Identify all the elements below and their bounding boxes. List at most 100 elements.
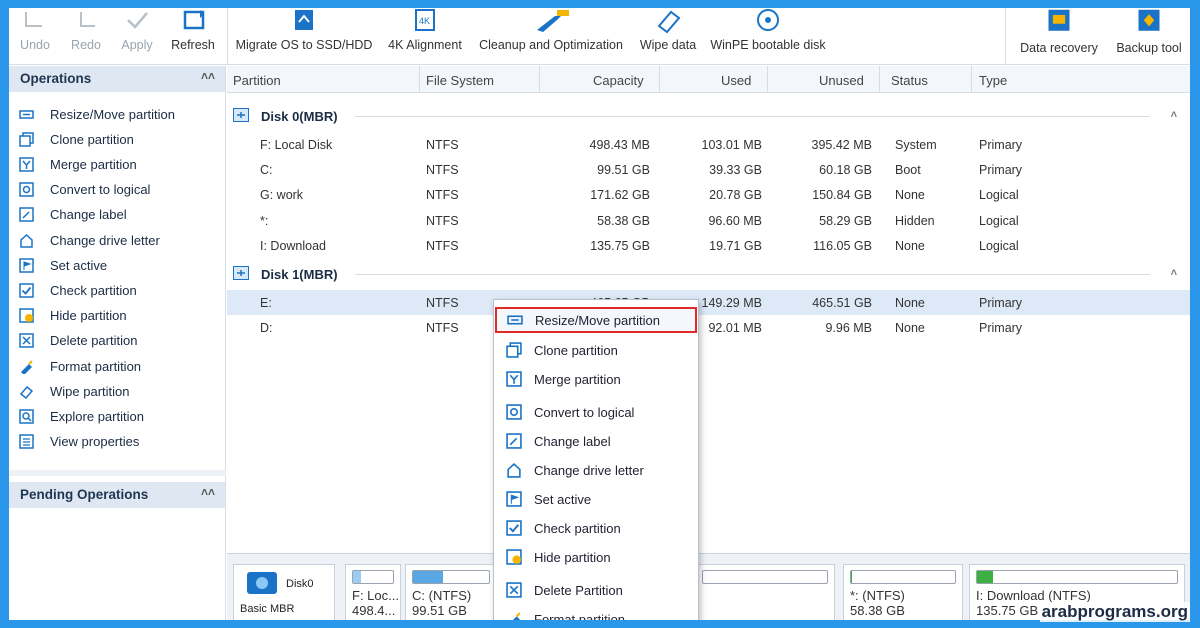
collapse-icon[interactable]: ˄˄: [201, 485, 215, 499]
disk-map-partition[interactable]: *: (NTFS) 58.38 GB: [843, 564, 963, 620]
clone-icon: [506, 342, 522, 358]
col-status[interactable]: Status: [891, 73, 928, 88]
cell-capacity: 498.43 MB: [589, 138, 650, 152]
col-used[interactable]: Used: [721, 73, 751, 88]
cleanup-button[interactable]: Cleanup and Optimization: [473, 8, 629, 65]
table-row[interactable]: I: Download NTFS 135.75 GB 19.71 GB 116.05 G…: [227, 233, 1190, 258]
operation-item[interactable]: Convert to logical: [19, 179, 150, 201]
context-menu-label: Delete Partition: [534, 582, 623, 598]
context-menu-item[interactable]: Format partition: [494, 606, 698, 620]
col-unused[interactable]: Unused: [819, 73, 864, 88]
operation-item[interactable]: Wipe partition: [19, 380, 129, 402]
backup-tool-button[interactable]: Backup tool: [1111, 8, 1187, 65]
operations-header[interactable]: Operations ˄˄: [9, 66, 225, 92]
table-row[interactable]: D: NTFS 92.01 MB 9.96 MB None Primary: [227, 315, 1190, 340]
context-menu-item[interactable]: Check partition: [494, 515, 698, 541]
table-row[interactable]: G: work NTFS 171.62 GB 20.78 GB 150.84 GB Non…: [227, 182, 1190, 207]
apply-button[interactable]: Apply: [115, 8, 159, 65]
cell-fs: NTFS: [426, 321, 459, 335]
cell-fs: NTFS: [426, 214, 459, 228]
toolbar-separator: [1005, 8, 1006, 65]
operation-item[interactable]: Resize/Move partition: [19, 103, 175, 125]
operation-label: Convert to logical: [50, 182, 151, 198]
redo-button[interactable]: Redo: [65, 8, 107, 65]
data-recovery-button[interactable]: Data recovery: [1013, 8, 1105, 65]
context-menu-item[interactable]: Set active: [494, 486, 698, 512]
operation-item[interactable]: Explore partition: [19, 405, 144, 427]
label-icon: [506, 433, 522, 449]
collapse-icon[interactable]: ˄: [1171, 109, 1177, 121]
context-menu-label: Hide partition: [534, 549, 611, 565]
disk-header-row[interactable]: Disk 1(MBR) ˄: [227, 262, 1190, 286]
operation-item[interactable]: Hide partition: [19, 305, 127, 327]
usage-bar: [412, 570, 490, 584]
operation-item[interactable]: Clone partition: [19, 128, 134, 150]
context-menu-item[interactable]: Resize/Move partition: [495, 307, 697, 333]
collapse-icon[interactable]: ˄: [1171, 267, 1177, 279]
refresh-button[interactable]: Refresh: [167, 8, 219, 65]
operation-item[interactable]: Change drive letter: [19, 229, 160, 251]
resize-icon: [507, 312, 523, 328]
4k-alignment-button[interactable]: 4K 4K Alignment: [383, 8, 467, 65]
toolbar-separator: [227, 8, 228, 65]
cell-capacity: 135.75 GB: [590, 239, 650, 253]
disk-map-partition[interactable]: C: (NTFS) 99.51 GB: [405, 564, 497, 620]
disk-map-info[interactable]: Disk0 Basic MBR: [233, 564, 335, 620]
cell-capacity: 171.62 GB: [590, 188, 650, 202]
usage-fill: [353, 571, 361, 583]
flag-icon: [19, 257, 34, 273]
cell-status: Boot: [895, 163, 921, 177]
collapse-icon[interactable]: ˄˄: [201, 69, 215, 83]
cell-used: 96.60 MB: [708, 214, 762, 228]
operation-item[interactable]: Delete partition: [19, 330, 137, 352]
context-menu-item[interactable]: Convert to logical: [494, 399, 698, 425]
operation-item[interactable]: Set active: [19, 254, 107, 276]
operation-item[interactable]: Merge partition: [19, 153, 137, 175]
hide-icon: [19, 308, 34, 323]
table-row[interactable]: F: Local Disk NTFS 498.43 MB 103.01 MB 395.4…: [227, 132, 1190, 157]
operation-label: Check partition: [50, 282, 137, 298]
pending-operations-header[interactable]: Pending Operations ˄˄: [9, 482, 225, 508]
check-icon: [506, 520, 522, 536]
table-row[interactable]: C: NTFS 99.51 GB 39.33 GB 60.18 GB Boot Primar…: [227, 157, 1190, 182]
operation-item[interactable]: Format partition: [19, 355, 141, 377]
usage-fill: [977, 571, 993, 583]
operation-label: Format partition: [50, 358, 142, 374]
context-menu-item[interactable]: Merge partition: [494, 366, 698, 392]
format-icon: [19, 359, 34, 375]
operation-item[interactable]: Change label: [19, 204, 127, 226]
migrate-os-button[interactable]: Migrate OS to SSD/HDD: [233, 8, 375, 65]
explore-icon: [19, 409, 34, 424]
disk-header-row[interactable]: Disk 0(MBR) ˄: [227, 104, 1190, 128]
col-file-system[interactable]: File System: [426, 73, 494, 88]
col-capacity[interactable]: Capacity: [593, 73, 644, 88]
context-menu-item[interactable]: Delete Partition: [494, 577, 698, 603]
check-icon: [19, 283, 34, 298]
cell-capacity: 58.38 GB: [597, 214, 650, 228]
table-row[interactable]: E:NTFS465.65 GB149.29 MB465.51 GBNonePri…: [227, 290, 1190, 315]
wipe-data-button[interactable]: Wipe data: [635, 8, 701, 65]
winpe-button[interactable]: WinPE bootable disk: [707, 8, 829, 65]
context-menu-label: Set active: [534, 491, 592, 507]
undo-button[interactable]: Undo: [13, 8, 57, 65]
table-row[interactable]: *: NTFS 58.38 GB 96.60 MB 58.29 GB Hidden Logi…: [227, 208, 1190, 233]
context-menu-item[interactable]: Hide partition: [494, 544, 698, 570]
cell-partition: G: work: [260, 188, 304, 202]
col-type[interactable]: Type: [979, 73, 1007, 88]
cell-type: Logical: [979, 188, 1019, 202]
context-menu-item[interactable]: Change drive letter: [494, 457, 698, 483]
col-partition[interactable]: Partition: [233, 73, 281, 88]
operation-label: Change label: [50, 207, 127, 223]
cell-used: 149.29 MB: [701, 296, 762, 310]
operation-item[interactable]: View properties: [19, 431, 139, 453]
operations-panel: Operations ˄˄ Resize/Move partition Clone…: [9, 66, 226, 620]
disk-icon: [233, 266, 249, 280]
context-menu-item[interactable]: Clone partition: [494, 337, 698, 363]
operation-item[interactable]: Check partition: [19, 279, 137, 301]
disk-map-partition[interactable]: [695, 564, 835, 620]
context-menu-item[interactable]: Change label: [494, 428, 698, 454]
toolbar: Undo Redo Apply Refresh Migrate OS to SS…: [9, 8, 1190, 65]
properties-icon: [19, 434, 34, 449]
column-divider: [767, 66, 768, 93]
disk-map-partition[interactable]: F: Loc... 498.4...: [345, 564, 401, 620]
